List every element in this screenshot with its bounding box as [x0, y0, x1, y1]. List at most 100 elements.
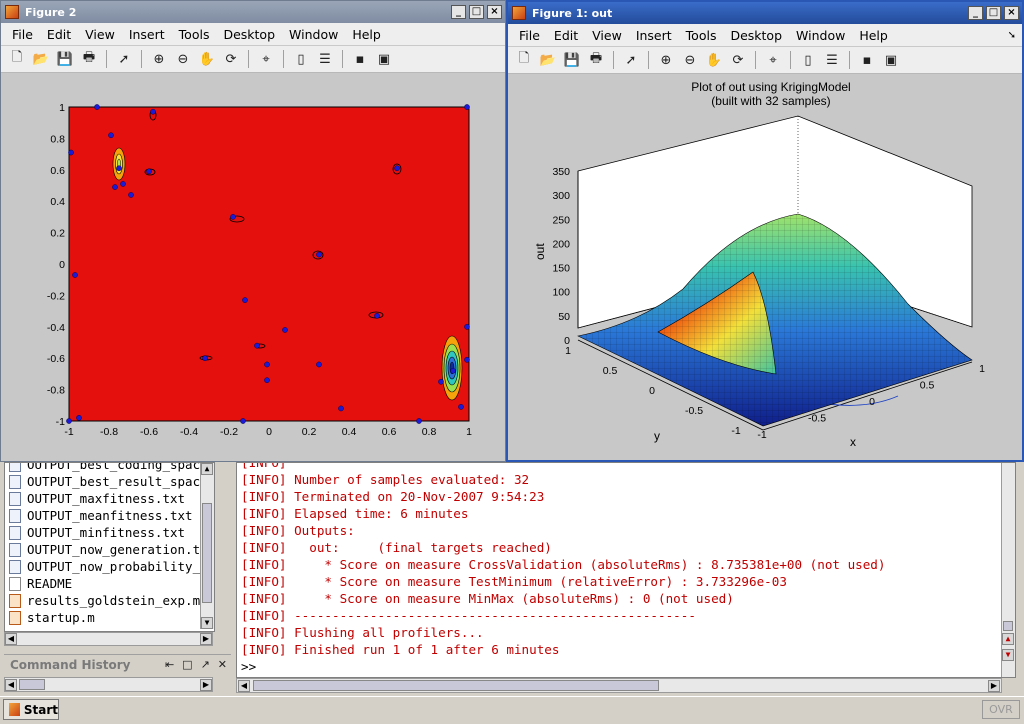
scroll-right-icon[interactable]: ▶ [200, 633, 212, 645]
show-plot-tools-icon[interactable]: ▣ [375, 50, 393, 68]
close-button[interactable]: × [487, 5, 502, 19]
menu-edit[interactable]: Edit [554, 28, 578, 43]
console-line: [INFO] Number of samples evaluated: 32 [241, 472, 530, 487]
file-item[interactable]: OUTPUT_minfitness.txt [5, 524, 214, 541]
menu-tools[interactable]: Tools [179, 27, 210, 42]
hide-plot-tools-icon[interactable]: ▪ [351, 50, 369, 68]
edit-plot-arrow-icon[interactable]: ➚ [622, 51, 640, 69]
sample-point [394, 165, 400, 172]
maximize-button[interactable]: □ [986, 6, 1001, 20]
rotate-3d-icon[interactable]: ⟳ [222, 50, 240, 68]
scroll-up-icon[interactable]: ▲ [1002, 633, 1014, 645]
console-vscrollbar[interactable]: ▲ ▼ [1001, 463, 1015, 677]
menu-window[interactable]: Window [796, 28, 845, 43]
menu-view[interactable]: View [592, 28, 622, 43]
command-prompt[interactable]: >> [237, 658, 1015, 675]
menu-window[interactable]: Window [289, 27, 338, 42]
file-item[interactable]: OUTPUT_best_coding_spac [5, 463, 214, 473]
menu-file[interactable]: File [519, 28, 540, 43]
figure2-title: Figure 2 [25, 5, 77, 19]
menu-desktop[interactable]: Desktop [223, 27, 275, 42]
scroll-right-icon[interactable]: ▶ [988, 680, 1000, 692]
menu-help[interactable]: Help [352, 27, 381, 42]
sample-point [146, 168, 152, 175]
maximize-button[interactable]: □ [469, 5, 484, 19]
data-cursor-icon[interactable]: ⌖ [257, 50, 275, 68]
undock-panel-icon[interactable]: ↗ [201, 658, 210, 671]
menu-insert[interactable]: Insert [129, 27, 165, 42]
data-cursor-icon[interactable]: ⌖ [764, 51, 782, 69]
zoom-in-icon[interactable]: ⊕ [657, 51, 675, 69]
scroll-left-icon[interactable]: ◀ [238, 680, 250, 692]
close-button[interactable]: × [1004, 6, 1019, 20]
current-directory-list[interactable]: OUTPUT_best_coding_spac OUTPUT_best_resul… [4, 462, 215, 632]
console-line: [INFO] Terminated on 20-Nov-2007 9:54:23 [241, 489, 545, 504]
edit-plot-arrow-icon[interactable]: ➚ [115, 50, 133, 68]
close-panel-icon[interactable]: ✕ [218, 658, 227, 671]
maximize-panel-icon[interactable]: □ [182, 658, 192, 671]
print-icon[interactable]: 🖶 [587, 51, 605, 69]
minimize-button[interactable]: _ [451, 5, 466, 19]
save-icon[interactable]: 💾 [563, 51, 581, 69]
figure1-titlebar[interactable]: Figure 1: out _ □ × [508, 2, 1022, 24]
file-name: OUTPUT_best_result_spac [27, 474, 201, 489]
open-file-icon[interactable]: 📂 [32, 50, 50, 68]
new-figure-icon[interactable]: 🗋 [515, 51, 533, 69]
file-list-vscrollbar[interactable]: ▲ ▼ [200, 463, 214, 629]
scroll-thumb[interactable] [1003, 621, 1013, 631]
menu-file[interactable]: File [12, 27, 33, 42]
file-item[interactable]: OUTPUT_now_generation.t [5, 541, 214, 558]
menu-edit[interactable]: Edit [47, 27, 71, 42]
scroll-left-icon[interactable]: ◀ [5, 679, 17, 691]
file-item[interactable]: OUTPUT_maxfitness.txt [5, 490, 214, 507]
zoom-in-icon[interactable]: ⊕ [150, 50, 168, 68]
command-history-hscrollbar[interactable]: ◀ ▶ [4, 677, 213, 692]
menu-insert[interactable]: Insert [636, 28, 672, 43]
scroll-thumb[interactable] [19, 679, 45, 690]
file-item[interactable]: OUTPUT_now_probability_ [5, 558, 214, 575]
file-item[interactable]: OUTPUT_best_result_spac [5, 473, 214, 490]
zoom-out-icon[interactable]: ⊖ [174, 50, 192, 68]
hide-plot-tools-icon[interactable]: ▪ [858, 51, 876, 69]
colorbar-icon[interactable]: ▯ [292, 50, 310, 68]
pan-hand-icon[interactable]: ✋ [705, 51, 723, 69]
file-list-hscrollbar[interactable]: ◀ ▶ [4, 632, 213, 646]
sample-point [202, 355, 208, 362]
menu-desktop[interactable]: Desktop [730, 28, 782, 43]
scroll-left-icon[interactable]: ◀ [5, 633, 17, 645]
command-window[interactable]: [INFO] [INFO] Number of samples evaluated… [236, 462, 1016, 678]
open-file-icon[interactable]: 📂 [539, 51, 557, 69]
figure2-titlebar[interactable]: Figure 2 _ □ × [1, 1, 505, 23]
colorbar-icon[interactable]: ▯ [799, 51, 817, 69]
undock-arrow-icon[interactable]: ⇤ [165, 658, 174, 671]
minimize-button[interactable]: _ [968, 6, 983, 20]
scroll-thumb[interactable] [253, 680, 659, 691]
file-item[interactable]: startup.m [5, 609, 214, 626]
console-hscrollbar[interactable]: ◀ ▶ [236, 678, 1002, 693]
file-item[interactable]: results_goldstein_exp.m [5, 592, 214, 609]
show-plot-tools-icon[interactable]: ▣ [882, 51, 900, 69]
legend-icon[interactable]: ☰ [823, 51, 841, 69]
print-icon[interactable]: 🖶 [80, 50, 98, 68]
taskbar: Start OVR [0, 696, 1024, 724]
file-item[interactable]: OUTPUT_meanfitness.txt [5, 507, 214, 524]
scroll-down-icon[interactable]: ▼ [201, 617, 213, 629]
dock-arrow-icon[interactable]: ➘ [1008, 30, 1016, 41]
scroll-down-icon[interactable]: ▼ [1002, 649, 1014, 661]
rotate-3d-icon[interactable]: ⟳ [729, 51, 747, 69]
scroll-thumb[interactable] [202, 503, 212, 603]
zoom-out-icon[interactable]: ⊖ [681, 51, 699, 69]
new-figure-icon[interactable]: 🗋 [8, 50, 26, 68]
scroll-right-icon[interactable]: ▶ [200, 679, 212, 691]
scroll-up-icon[interactable]: ▲ [201, 463, 213, 475]
contour-plot[interactable]: -1 -0.8 -0.6 -0.4 -0.2 0 0.2 0.4 0.6 0.8 1 1 0.8 0.6… [1, 73, 506, 462]
surface-plot[interactable]: Plot of out using KrigingModel (built wi… [508, 74, 1022, 460]
save-icon[interactable]: 💾 [56, 50, 74, 68]
menu-tools[interactable]: Tools [686, 28, 717, 43]
menu-view[interactable]: View [85, 27, 115, 42]
start-button[interactable]: Start [3, 699, 59, 720]
file-item[interactable]: README [5, 575, 214, 592]
legend-icon[interactable]: ☰ [316, 50, 334, 68]
menu-help[interactable]: Help [859, 28, 888, 43]
pan-hand-icon[interactable]: ✋ [198, 50, 216, 68]
